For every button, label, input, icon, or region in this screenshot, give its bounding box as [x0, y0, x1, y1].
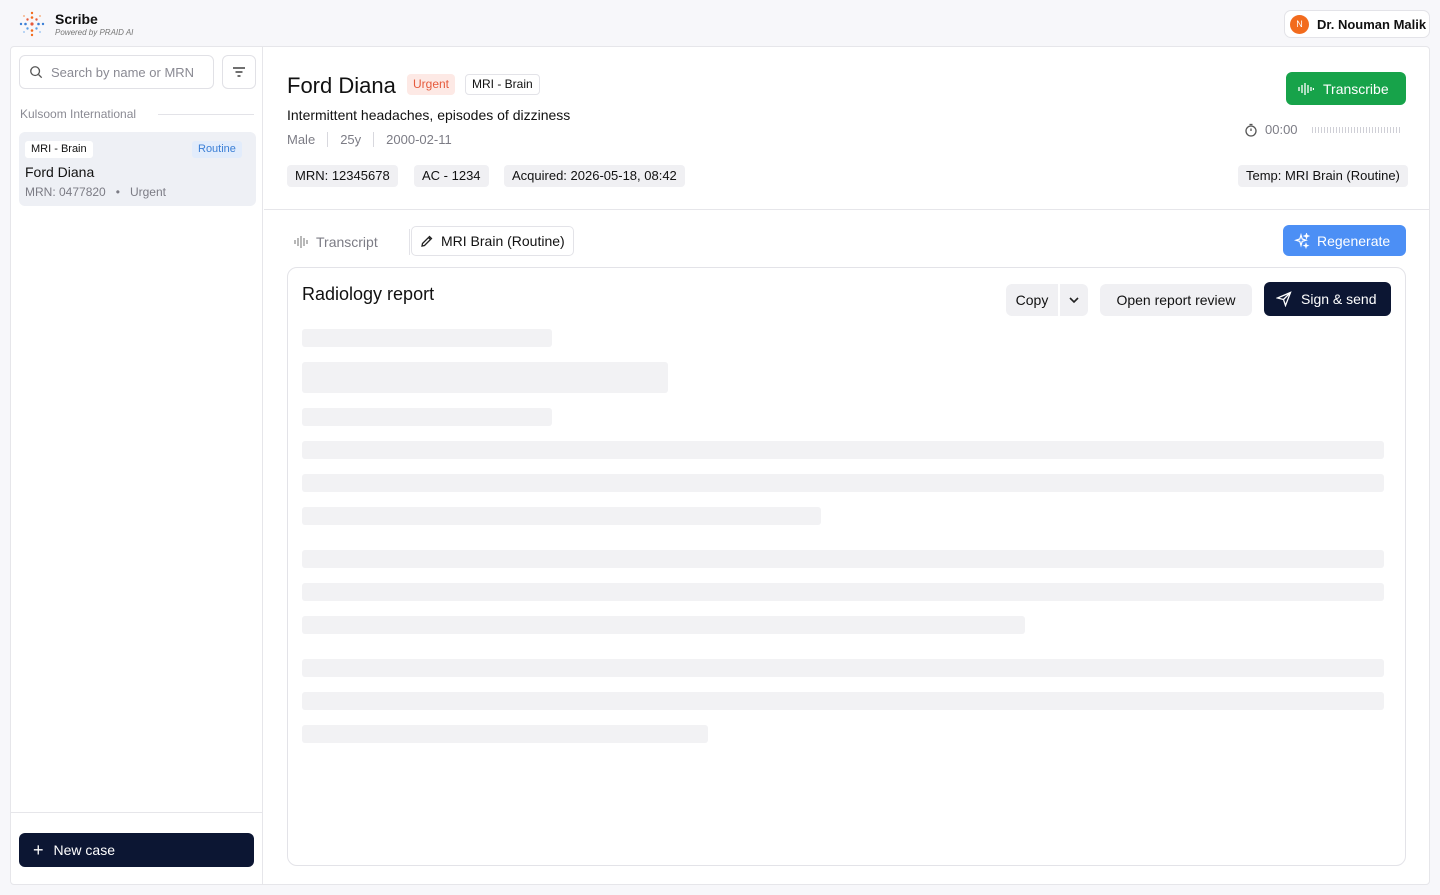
- send-icon: [1276, 291, 1292, 307]
- stopwatch-icon: [1245, 123, 1257, 137]
- audio-level-meter: [1311, 126, 1402, 133]
- main-frame: Kulsoom International MRI - Brain Routin…: [10, 46, 1430, 885]
- skeleton-line: [302, 616, 1025, 634]
- pencil-icon: [421, 235, 433, 247]
- timer-value: 00:00: [1265, 122, 1298, 137]
- report-panel: Radiology report Copy Open report review…: [287, 267, 1406, 866]
- group-label: Kulsoom International: [20, 107, 137, 121]
- skeleton-line: [302, 408, 552, 426]
- scribe-logo-icon: [19, 11, 45, 37]
- filter-button[interactable]: [222, 55, 256, 89]
- modality-badge: MRI - Brain: [465, 74, 540, 95]
- regenerate-button[interactable]: Regenerate: [1283, 225, 1406, 256]
- filter-icon: [233, 67, 245, 77]
- case-list-item[interactable]: MRI - Brain Routine Ford Diana MRN: 0477…: [19, 132, 256, 206]
- acquired-chip: Acquired: 2026-05-18, 08:42: [504, 165, 685, 187]
- skeleton-line: [302, 441, 1384, 459]
- report-title: Radiology report: [302, 284, 435, 304]
- mrn-chip: MRN: 12345678: [287, 165, 398, 187]
- case-meta-dot: •: [109, 185, 127, 199]
- tab-divider: [409, 229, 410, 255]
- sign-send-button[interactable]: Sign & send: [1264, 282, 1391, 316]
- search-box[interactable]: [19, 55, 214, 89]
- demographics-separator: [327, 132, 329, 147]
- skeleton-line: [302, 329, 552, 347]
- patient-dob: 2000-02-11: [386, 132, 452, 147]
- tab-template[interactable]: MRI Brain (Routine): [411, 226, 574, 256]
- case-mrn: MRN: 0477820: [25, 185, 106, 199]
- skeleton-line: [302, 507, 821, 525]
- case-modality-badge: MRI - Brain: [25, 141, 93, 158]
- app-tagline: Powered by PRAID AI: [55, 28, 134, 37]
- skeleton-line: [302, 474, 1384, 492]
- sidebar: Kulsoom International MRI - Brain Routin…: [11, 47, 263, 884]
- chevron-down-icon: [1069, 297, 1079, 304]
- tab-template-label: MRI Brain (Routine): [441, 233, 565, 249]
- patient-sex: Male: [287, 132, 316, 147]
- search-input[interactable]: [51, 64, 211, 80]
- app-name: Scribe: [55, 11, 98, 27]
- open-report-review-button[interactable]: Open report review: [1100, 284, 1252, 316]
- sign-send-label: Sign & send: [1301, 291, 1377, 307]
- sidebar-divider: [11, 812, 262, 813]
- waveform-icon: [294, 236, 308, 248]
- user-menu[interactable]: N Dr. Nouman Malik: [1284, 10, 1430, 38]
- skeleton-line: [302, 550, 1384, 568]
- new-case-label: New case: [53, 842, 115, 858]
- skeleton-line: [302, 692, 1384, 710]
- patient-header: Ford Diana Urgent MRI - Brain Intermitte…: [264, 47, 1429, 210]
- transcribe-label: Transcribe: [1323, 80, 1389, 97]
- tab-transcript[interactable]: Transcript: [294, 228, 378, 256]
- avatar: N: [1290, 14, 1309, 34]
- group-divider: [158, 114, 254, 115]
- tab-transcript-label: Transcript: [316, 234, 378, 250]
- skeleton-line: [302, 725, 708, 743]
- user-name: Dr. Nouman Malik: [1317, 16, 1427, 32]
- patient-name: Ford Diana: [287, 73, 396, 98]
- top-bar: Scribe Powered by PRAID AI N Dr. Nouman …: [0, 0, 1440, 46]
- skeleton-line: [302, 659, 1384, 677]
- sparkle-icon: [1294, 232, 1310, 249]
- priority-badge: Urgent: [407, 74, 456, 95]
- skeleton-line: [302, 362, 668, 393]
- plus-icon: +: [33, 840, 44, 860]
- search-icon: [30, 66, 43, 79]
- demographics: Male 25y 2000-02-11: [287, 132, 452, 147]
- new-case-button[interactable]: + New case: [19, 833, 254, 867]
- case-priority: Urgent: [129, 185, 166, 199]
- regenerate-label: Regenerate: [1317, 232, 1391, 249]
- transcribe-button[interactable]: Transcribe: [1286, 72, 1406, 105]
- case-patient-name: Ford Diana: [25, 164, 95, 180]
- copy-options-button[interactable]: [1060, 284, 1088, 316]
- case-priority-tag: Routine: [192, 141, 242, 158]
- patient-age: 25y: [340, 132, 362, 147]
- copy-button[interactable]: Copy: [1006, 284, 1058, 316]
- waveform-icon: [1298, 82, 1314, 95]
- skeleton-line: [302, 583, 1384, 601]
- chief-complaint: Intermittent headaches, episodes of dizz…: [287, 107, 571, 123]
- demographics-separator: [373, 132, 375, 147]
- template-chip: Temp: MRI Brain (Routine): [1238, 165, 1408, 187]
- case-meta: MRN: 0477820 • Urgent: [25, 185, 166, 199]
- recording-timer: 00:00: [1244, 122, 1402, 137]
- accession-chip: AC - 1234: [414, 165, 489, 187]
